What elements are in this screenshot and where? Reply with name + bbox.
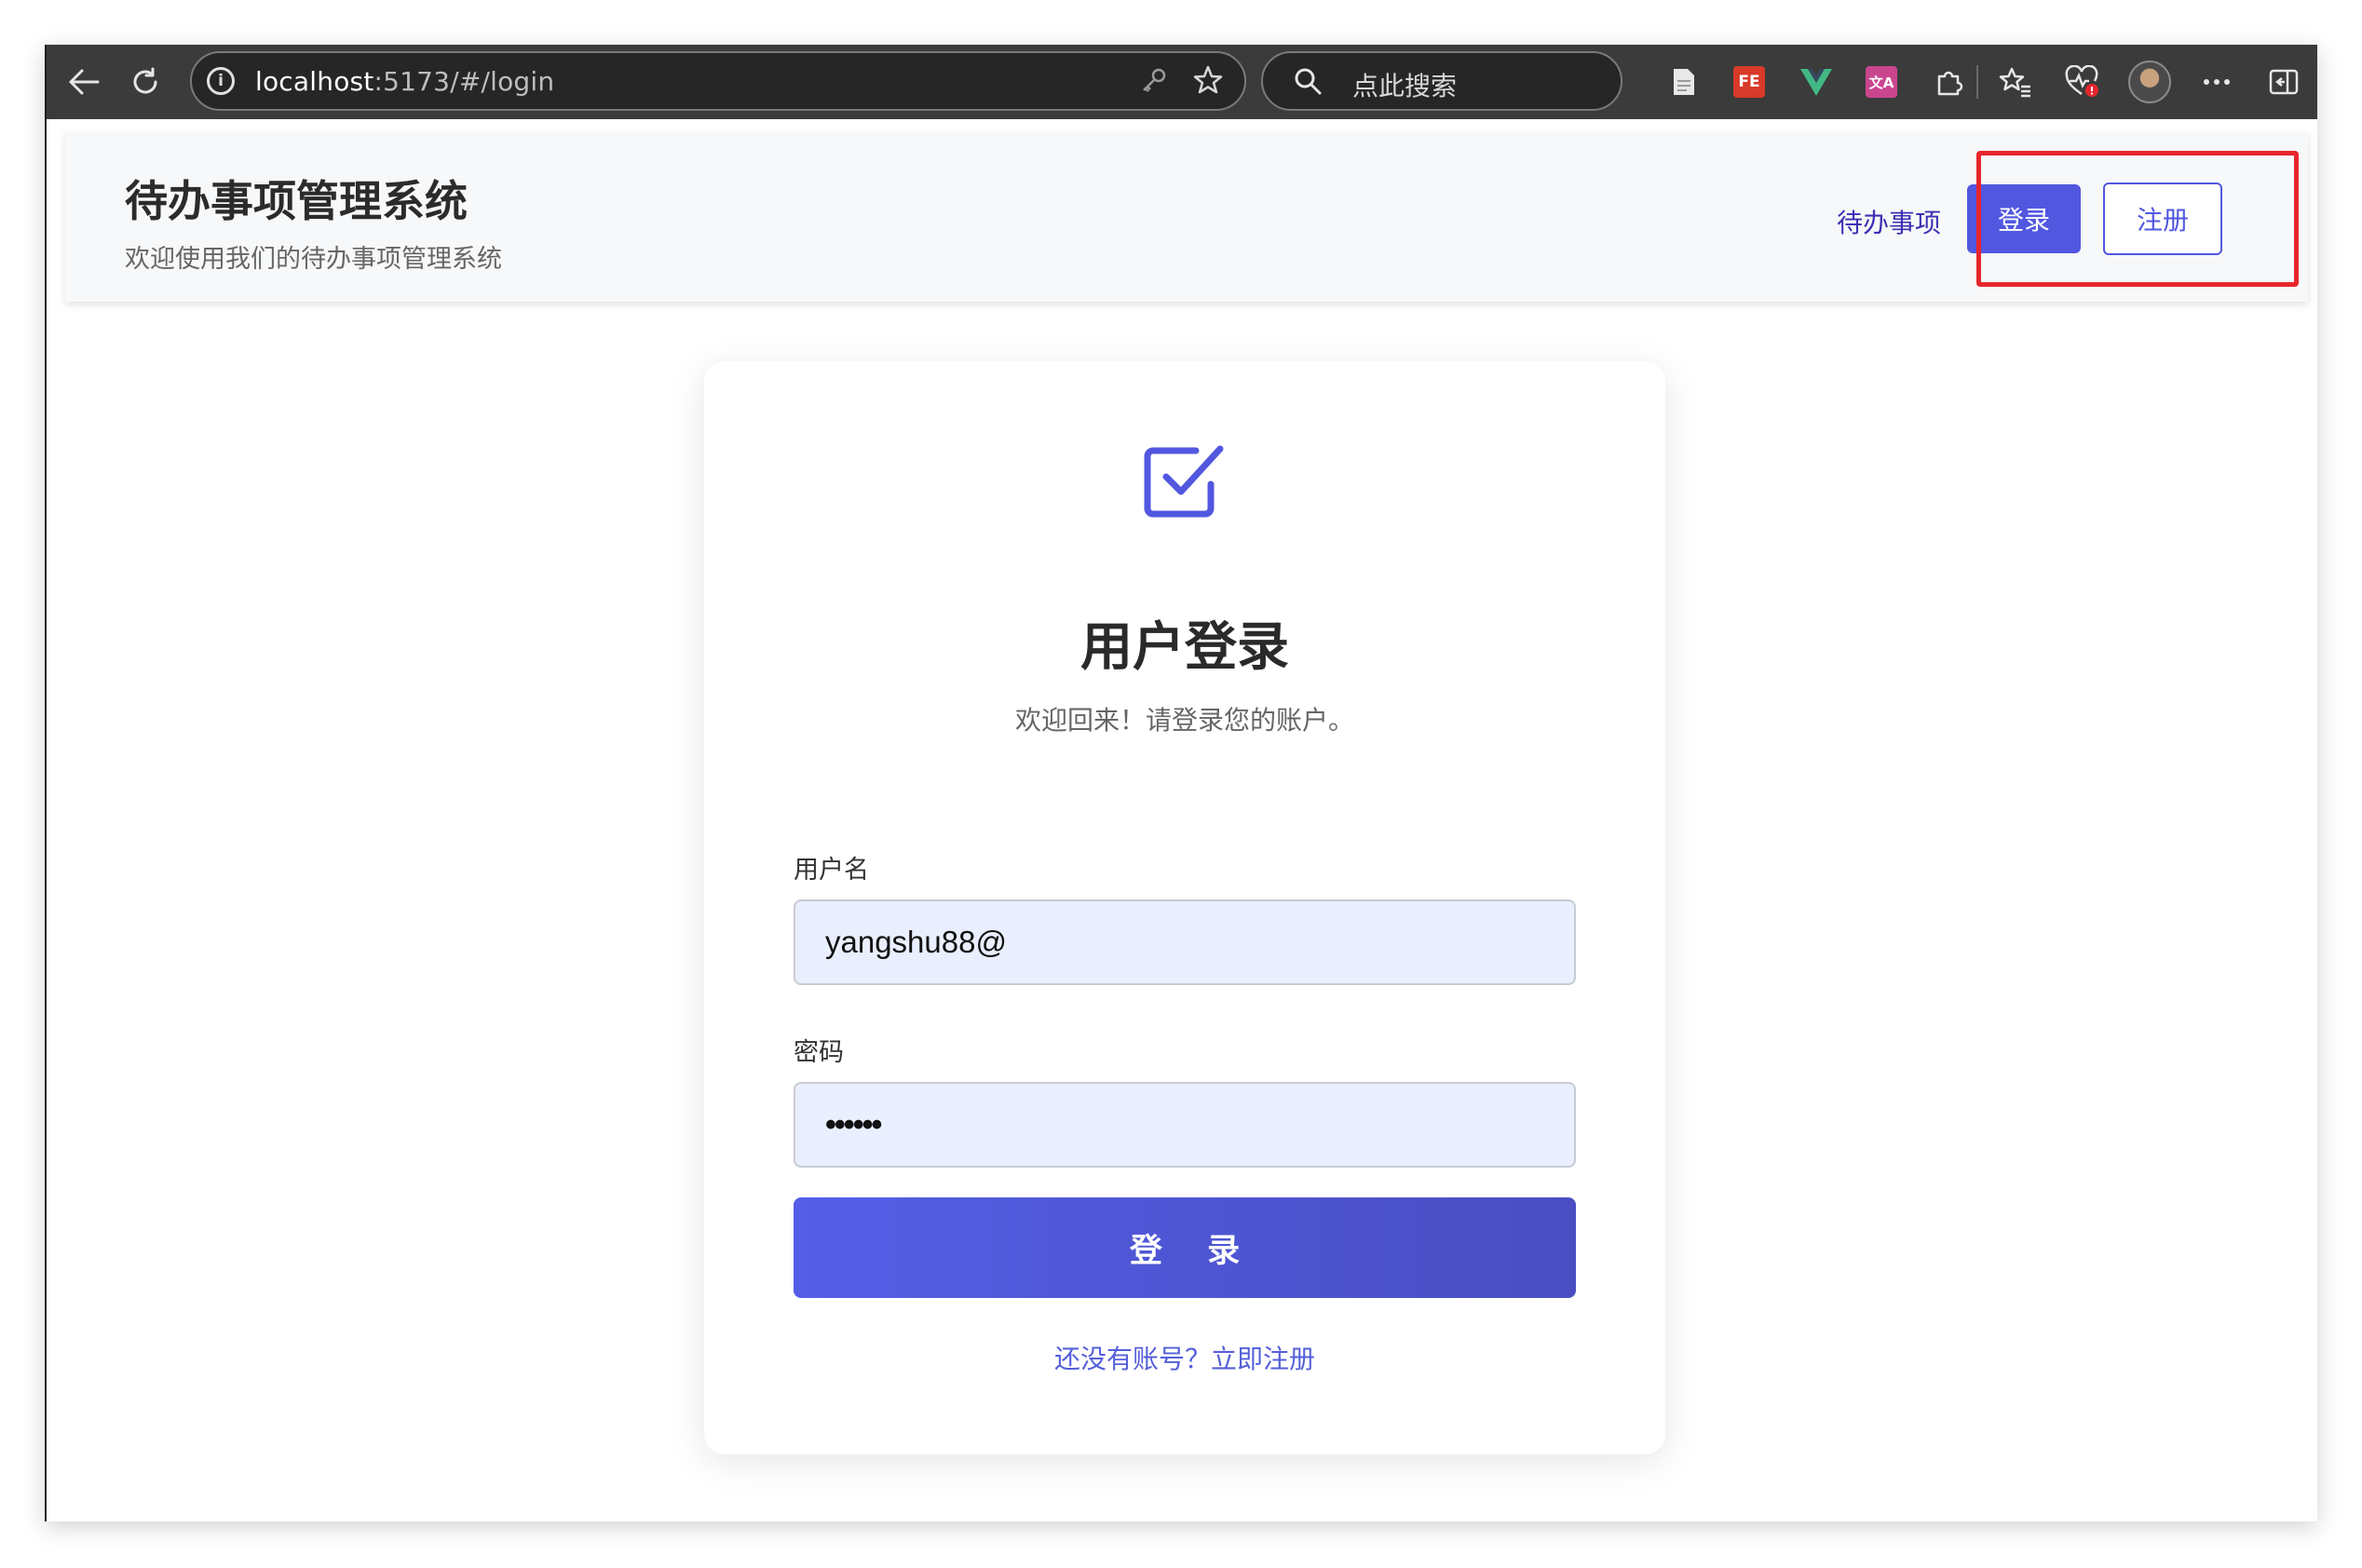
page-icon[interactable] bbox=[1658, 56, 1710, 108]
login-submit-button[interactable]: 登 录 bbox=[794, 1197, 1576, 1298]
password-label: 密码 bbox=[794, 1038, 844, 1067]
login-title: 用户登录 bbox=[1080, 617, 1289, 678]
search-placeholder: 点此搜索 bbox=[1352, 71, 1458, 101]
profile-avatar[interactable] bbox=[2124, 56, 2176, 108]
search-box[interactable]: 点此搜索 bbox=[1261, 51, 1622, 111]
username-input[interactable]: yangshu88@ bbox=[794, 899, 1576, 985]
info-icon[interactable]: i bbox=[207, 67, 235, 95]
username-value: yangshu88@ bbox=[825, 925, 1007, 959]
nav-link-todos[interactable]: 待办事项 bbox=[1837, 203, 1941, 240]
password-input[interactable]: •••••• bbox=[794, 1082, 1576, 1168]
browser-window: i localhost:5173/#/login 点此搜索 FE 文A 待办事项… bbox=[45, 45, 2317, 1521]
fe-extension-icon[interactable]: FE bbox=[1723, 56, 1775, 108]
favorites-icon[interactable] bbox=[1989, 56, 2042, 108]
key-icon[interactable] bbox=[1140, 66, 1168, 101]
star-icon[interactable] bbox=[1192, 64, 1224, 102]
back-icon[interactable] bbox=[58, 56, 110, 108]
reload-icon[interactable] bbox=[119, 56, 171, 108]
app-header: 待办事项管理系统 欢迎使用我们的待办事项管理系统 待办事项 登录 注册 bbox=[65, 132, 2308, 302]
login-subtitle: 欢迎回来！请登录您的账户。 bbox=[1014, 705, 1354, 736]
password-value: •••••• bbox=[825, 1106, 882, 1142]
search-icon bbox=[1293, 66, 1323, 102]
toolbar-separator bbox=[1976, 65, 1978, 99]
url-text: localhost:5173/#/login bbox=[255, 66, 555, 97]
extensions-icon[interactable] bbox=[1922, 56, 1975, 108]
register-link[interactable]: 还没有账号？立即注册 bbox=[704, 1339, 1665, 1376]
checkbox-check-icon bbox=[1144, 441, 1226, 523]
app-title: 待办事项管理系统 bbox=[125, 176, 468, 226]
annotation-highlight-box bbox=[1976, 151, 2299, 287]
performance-icon[interactable] bbox=[2057, 56, 2109, 108]
translate-extension-icon[interactable]: 文A bbox=[1855, 56, 1907, 108]
browser-toolbar: i localhost:5173/#/login 点此搜索 FE 文A bbox=[47, 45, 2317, 119]
sidebar-icon[interactable] bbox=[2258, 56, 2310, 108]
login-card: 用户登录 欢迎回来！请登录您的账户。 用户名 yangshu88@ 密码 •••… bbox=[704, 361, 1665, 1454]
more-icon[interactable] bbox=[2191, 56, 2243, 108]
address-bar[interactable]: i localhost:5173/#/login bbox=[190, 51, 1246, 111]
app-subtitle: 欢迎使用我们的待办事项管理系统 bbox=[125, 245, 502, 274]
username-label: 用户名 bbox=[794, 856, 869, 885]
vue-devtools-icon[interactable] bbox=[1790, 56, 1842, 108]
